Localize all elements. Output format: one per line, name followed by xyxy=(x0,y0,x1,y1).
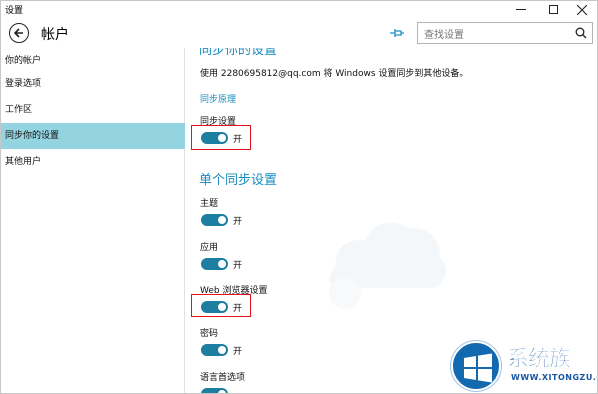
sidebar-item-sign-in-options[interactable]: 登录选项 xyxy=(1,71,185,97)
pin-icon xyxy=(390,29,404,37)
sidebar-item-workplace[interactable]: 工作区 xyxy=(1,97,185,123)
minimize-button[interactable] xyxy=(506,1,536,18)
language-preferences-toggle[interactable] xyxy=(201,388,228,393)
apps-label: 应用 xyxy=(200,243,219,253)
individual-sync-heading: 单个同步设置 xyxy=(199,173,278,188)
search-input[interactable] xyxy=(418,25,568,46)
theme-state: 开 xyxy=(233,217,243,227)
apps-toggle[interactable] xyxy=(201,258,228,270)
toggle-knob xyxy=(218,346,226,354)
close-icon xyxy=(577,4,587,15)
back-button[interactable] xyxy=(9,23,29,43)
search-icon[interactable] xyxy=(575,27,587,39)
theme-toggle[interactable] xyxy=(201,214,228,226)
windows-flag-icon xyxy=(464,353,492,383)
passwords-toggle[interactable] xyxy=(201,344,228,356)
sync-heading: 同步你的设置 xyxy=(199,48,278,58)
how-sync-works-link[interactable]: 同步原理 xyxy=(200,92,236,105)
title-bar: 设置 xyxy=(1,1,597,18)
close-button[interactable] xyxy=(567,1,597,18)
passwords-label: 密码 xyxy=(200,329,219,339)
watermark-url: WWW.XITONGZU.COM xyxy=(511,373,597,382)
windows-logo-icon xyxy=(451,341,501,391)
page-title: 帐户 xyxy=(41,27,69,43)
sync-cloud-watermark-icon xyxy=(329,222,447,309)
highlight-box xyxy=(191,294,251,317)
apps-state: 开 xyxy=(233,261,243,271)
pin-button[interactable] xyxy=(389,25,405,39)
sidebar-item-other-users[interactable]: 其他用户 xyxy=(1,149,185,175)
minimize-icon xyxy=(516,9,526,10)
passwords-state: 开 xyxy=(233,347,243,357)
settings-window: 设置 帐户 你的帐户 登录选项 工作区 xyxy=(0,0,598,394)
sync-description: 使用 2280695812@qq.com 将 Windows 设置同步到其他设备… xyxy=(200,69,469,79)
header-bar: 帐户 xyxy=(1,18,597,48)
toggle-knob xyxy=(218,216,226,224)
highlight-box xyxy=(191,125,251,150)
site-watermark: 系统族 WWW.XITONGZU.COM xyxy=(449,339,597,393)
maximize-icon xyxy=(548,5,558,14)
watermark-title: 系统族 xyxy=(507,347,571,372)
back-arrow-icon xyxy=(13,28,23,38)
maximize-button[interactable] xyxy=(538,1,568,18)
sidebar: 你的帐户 登录选项 工作区 同步你的设置 其他用户 xyxy=(1,48,185,393)
toggle-knob xyxy=(218,390,226,393)
sidebar-item-sync-settings[interactable]: 同步你的设置 xyxy=(1,123,185,149)
language-preferences-label: 语言首选项 xyxy=(200,373,246,383)
toggle-knob xyxy=(218,260,226,268)
theme-label: 主题 xyxy=(200,199,219,209)
window-title: 设置 xyxy=(5,6,24,16)
search-box[interactable] xyxy=(417,22,593,46)
